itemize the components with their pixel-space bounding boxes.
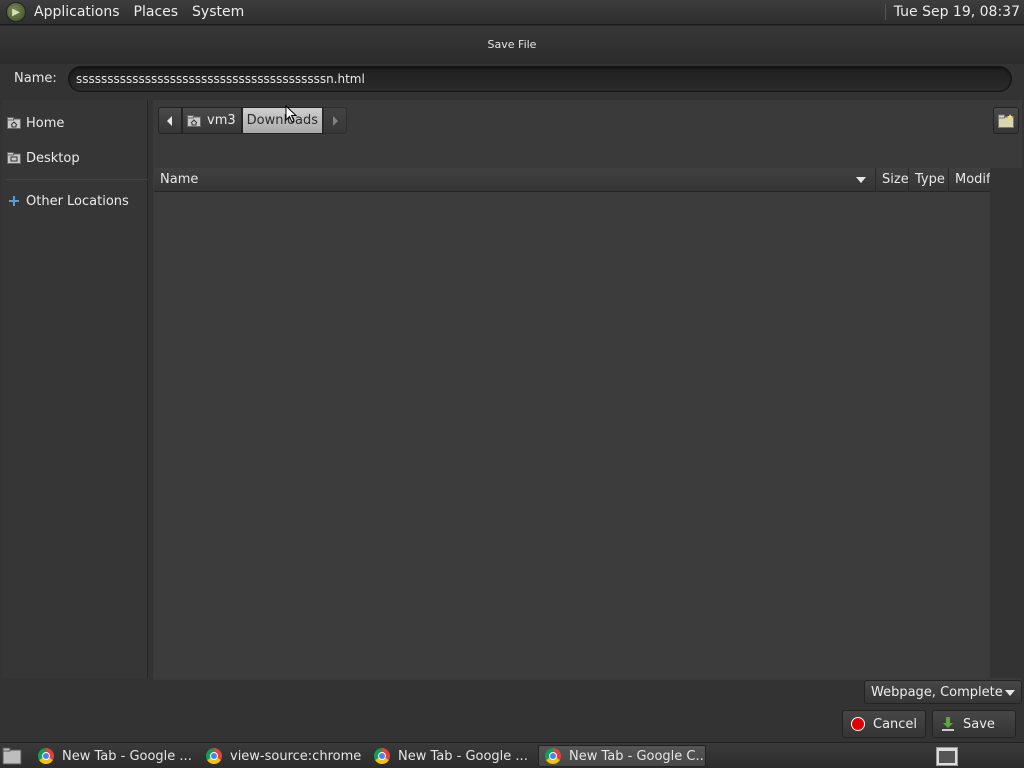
path-segment-label: Downloads <box>246 113 319 128</box>
taskbar-item[interactable]: New Tab - Google ... <box>32 745 194 767</box>
file-list-scroll-area <box>990 168 1022 678</box>
places-sidebar: Home Desktop Other Locations <box>2 100 148 678</box>
new-folder-icon <box>998 113 1014 128</box>
path-back-button[interactable] <box>158 107 182 134</box>
top-panel: ▶ Applications Places System Tue Sep 19,… <box>0 0 1024 25</box>
save-button[interactable]: Save <box>932 710 1016 738</box>
column-label: Modif <box>955 172 990 187</box>
home-folder-icon <box>187 114 201 127</box>
file-list[interactable] <box>154 192 990 678</box>
taskbar-item-label: New Tab - Google ... <box>62 748 192 764</box>
chevron-down-icon <box>1005 690 1015 696</box>
taskbar-item[interactable]: New Tab - Google ... <box>368 745 530 767</box>
sidebar-item-other-locations[interactable]: Other Locations <box>2 186 148 216</box>
desktop-folder-icon <box>7 152 21 164</box>
path-bar: vm3 Downloads <box>158 107 348 134</box>
chrome-icon <box>38 748 54 764</box>
sidebar-item-label: Home <box>26 115 65 131</box>
chrome-icon <box>206 748 222 764</box>
home-folder-icon <box>7 117 21 129</box>
show-desktop-icon[interactable] <box>2 747 22 765</box>
sidebar-item-label: Desktop <box>26 150 80 166</box>
save-file-dialog: Save File Name: Home Desktop Other Locat… <box>0 26 1024 742</box>
taskbar-item-label: view-source:chrome... <box>230 748 362 764</box>
menu-system[interactable]: System <box>192 4 244 20</box>
sidebar-item-desktop[interactable]: Desktop <box>2 143 148 173</box>
taskbar: New Tab - Google ... view-source:chrome.… <box>0 742 1024 768</box>
mouse-cursor-icon <box>285 105 297 123</box>
workspace-switcher[interactable] <box>936 747 958 766</box>
taskbar-item-label: New Tab - Google ... <box>398 748 528 764</box>
column-header-size[interactable]: Size <box>876 167 909 192</box>
column-header-name[interactable]: Name <box>154 167 876 192</box>
name-row: Name: <box>0 64 1024 94</box>
clock[interactable]: Tue Sep 19, 08:37 <box>884 4 1020 20</box>
cancel-button[interactable]: Cancel <box>842 710 926 738</box>
menu-applications[interactable]: Applications <box>34 4 120 20</box>
taskbar-item[interactable]: view-source:chrome... <box>200 745 362 767</box>
download-icon <box>941 717 955 731</box>
chrome-icon <box>545 748 561 764</box>
menu-logo-icon[interactable]: ▶ <box>6 2 26 22</box>
column-label: Size <box>882 172 909 187</box>
sidebar-item-label: Other Locations <box>26 193 129 209</box>
plus-icon <box>7 195 21 207</box>
column-label: Type <box>915 172 945 187</box>
sort-down-icon <box>856 176 866 183</box>
filename-input[interactable] <box>68 66 1012 92</box>
chevron-left-icon <box>167 115 172 126</box>
column-label: Name <box>160 172 199 187</box>
cancel-icon <box>851 717 865 731</box>
column-header-type[interactable]: Type <box>909 167 949 192</box>
path-segment-label: vm3 <box>207 113 236 128</box>
name-label: Name: <box>14 71 57 86</box>
dialog-titlebar[interactable]: Save File <box>0 26 1024 64</box>
file-type-select[interactable]: Webpage, Complete <box>864 680 1022 704</box>
taskbar-item-active[interactable]: New Tab - Google C... <box>538 745 706 767</box>
menu-places[interactable]: Places <box>134 4 179 20</box>
dialog-title: Save File <box>487 38 537 51</box>
chevron-right-icon <box>333 115 339 126</box>
file-list-header: Name Size Type Modif <box>154 167 990 192</box>
taskbar-item-label: New Tab - Google C... <box>569 748 706 764</box>
create-folder-button[interactable] <box>993 107 1019 134</box>
sidebar-divider <box>6 179 148 180</box>
path-segment-downloads[interactable]: Downloads <box>241 107 324 134</box>
save-label: Save <box>963 716 995 732</box>
chrome-icon <box>374 748 390 764</box>
cancel-label: Cancel <box>873 716 918 732</box>
file-browser: vm3 Downloads Name Size Type Modif <box>153 100 1022 680</box>
file-type-value: Webpage, Complete <box>871 684 1003 700</box>
path-forward-button[interactable] <box>323 107 348 134</box>
sidebar-item-home[interactable]: Home <box>2 108 148 138</box>
path-segment-vm3[interactable]: vm3 <box>182 107 242 134</box>
column-header-modified[interactable]: Modif <box>949 168 990 192</box>
